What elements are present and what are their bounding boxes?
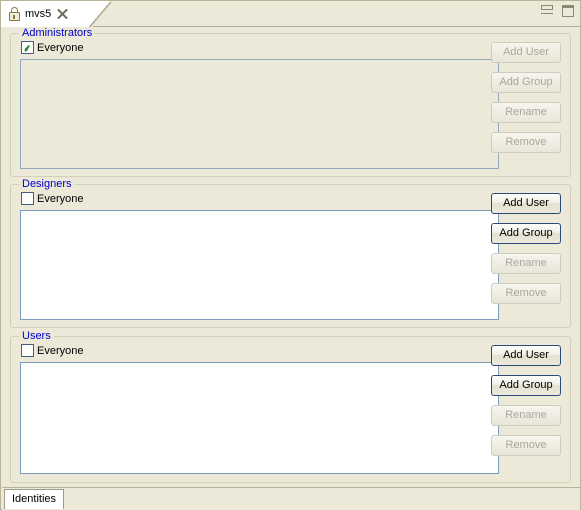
- add-group-button[interactable]: Add Group: [491, 375, 561, 396]
- group-title-users: Users: [19, 330, 54, 342]
- group-title-designers: Designers: [19, 178, 75, 190]
- group-designers: Designers Everyone Add User Add Group Re…: [10, 178, 571, 328]
- add-group-button[interactable]: Add Group: [491, 72, 561, 93]
- checkbox-icon[interactable]: [21, 41, 34, 54]
- minimize-icon[interactable]: [541, 5, 553, 14]
- editor-window: mvs5 Administrators Everyone Add User Ad…: [0, 0, 581, 510]
- everyone-label: Everyone: [37, 344, 84, 357]
- checkbox-icon[interactable]: [21, 344, 34, 357]
- editor-tab-label: mvs5: [25, 7, 52, 20]
- editor-tab-mvs5[interactable]: mvs5: [1, 1, 93, 27]
- group-title-administrators: Administrators: [19, 27, 96, 39]
- button-column-administrators: Add User Add Group Rename Remove: [491, 42, 561, 153]
- add-user-button[interactable]: Add User: [491, 345, 561, 366]
- maximize-icon[interactable]: [562, 5, 574, 17]
- remove-button[interactable]: Remove: [491, 132, 561, 153]
- bottom-tab-bar: Identities: [2, 487, 580, 510]
- remove-button[interactable]: Remove: [491, 283, 561, 304]
- button-column-designers: Add User Add Group Rename Remove: [491, 193, 561, 304]
- editor-tab-slant: [89, 1, 111, 27]
- button-column-users: Add User Add Group Rename Remove: [491, 345, 561, 456]
- editor-body: Administrators Everyone Add User Add Gro…: [1, 27, 580, 509]
- rename-button[interactable]: Rename: [491, 253, 561, 274]
- tab-identities[interactable]: Identities: [4, 489, 65, 509]
- lock-icon: [8, 6, 21, 21]
- add-group-button[interactable]: Add Group: [491, 223, 561, 244]
- window-controls: [541, 5, 574, 17]
- everyone-label: Everyone: [37, 41, 84, 54]
- everyone-checkbox-designers[interactable]: Everyone: [21, 192, 83, 205]
- remove-button[interactable]: Remove: [491, 435, 561, 456]
- list-administrators[interactable]: [20, 59, 499, 169]
- checkbox-icon[interactable]: [21, 192, 34, 205]
- everyone-label: Everyone: [37, 192, 84, 205]
- close-x-icon[interactable]: [56, 7, 69, 20]
- add-user-button[interactable]: Add User: [491, 193, 561, 214]
- editor-tab-bar: mvs5: [1, 1, 580, 27]
- rename-button[interactable]: Rename: [491, 405, 561, 426]
- everyone-checkbox-administrators[interactable]: Everyone: [21, 41, 83, 54]
- add-user-button[interactable]: Add User: [491, 42, 561, 63]
- rename-button[interactable]: Rename: [491, 102, 561, 123]
- everyone-checkbox-users[interactable]: Everyone: [21, 344, 83, 357]
- group-administrators: Administrators Everyone Add User Add Gro…: [10, 27, 571, 177]
- group-users: Users Everyone Add User Add Group Rename…: [10, 330, 571, 483]
- list-designers[interactable]: [20, 210, 499, 320]
- list-users[interactable]: [20, 362, 499, 474]
